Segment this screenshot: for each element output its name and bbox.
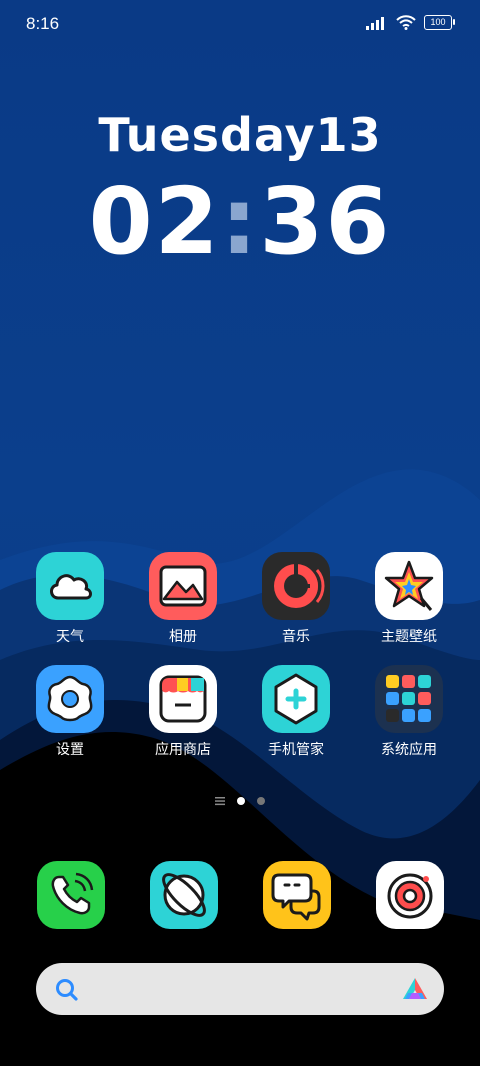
app-label: 主题壁纸 bbox=[381, 629, 437, 645]
dock-browser[interactable] bbox=[150, 861, 218, 929]
app-label: 天气 bbox=[56, 629, 84, 645]
camera-icon bbox=[387, 873, 433, 919]
themes-icon bbox=[375, 552, 443, 620]
clock-date: Tuesday13 bbox=[98, 108, 382, 162]
messages-icon bbox=[271, 873, 321, 921]
wifi-icon bbox=[396, 15, 416, 30]
battery-icon: 100 bbox=[424, 15, 455, 30]
clock-time: 02:36 bbox=[0, 168, 480, 275]
app-themes[interactable]: 主题壁纸 bbox=[359, 552, 459, 646]
clock-minute: 36 bbox=[259, 168, 392, 275]
app-gallery[interactable]: 相册 bbox=[133, 552, 233, 646]
app-label: 应用商店 bbox=[155, 742, 211, 758]
app-store[interactable]: 应用商店 bbox=[133, 665, 233, 759]
page-dot[interactable] bbox=[257, 797, 265, 805]
weather-icon bbox=[36, 552, 104, 620]
app-label: 设置 bbox=[56, 742, 84, 758]
app-label: 系统应用 bbox=[381, 742, 437, 758]
search-bar[interactable] bbox=[36, 963, 444, 1015]
page-indicator bbox=[0, 796, 480, 806]
phone-icon bbox=[51, 872, 94, 915]
browser-icon bbox=[162, 873, 206, 917]
app-music[interactable]: 音乐 bbox=[246, 552, 346, 646]
clock-colon: : bbox=[220, 168, 260, 275]
assistant-icon[interactable] bbox=[400, 975, 430, 1003]
status-bar: 8:16 100 bbox=[0, 0, 480, 50]
dock-messages[interactable] bbox=[263, 861, 331, 929]
status-time: 8:16 bbox=[26, 14, 60, 33]
app-phone-manager[interactable]: 手机管家 bbox=[246, 665, 346, 759]
app-settings[interactable]: 设置 bbox=[20, 665, 120, 759]
battery-level: 100 bbox=[430, 17, 446, 27]
menu-icon[interactable] bbox=[215, 796, 225, 806]
app-label: 相册 bbox=[169, 629, 197, 645]
phone-manager-icon bbox=[262, 665, 330, 733]
app-label: 手机管家 bbox=[268, 742, 324, 758]
dock-phone[interactable] bbox=[37, 861, 105, 929]
page-dot-active[interactable] bbox=[237, 797, 245, 805]
app-weather[interactable]: 天气 bbox=[20, 552, 120, 646]
app-store-icon bbox=[149, 665, 217, 733]
folder-system-apps[interactable]: 系统应用 bbox=[359, 665, 459, 759]
search-icon bbox=[56, 979, 78, 1001]
dock-camera[interactable] bbox=[376, 861, 444, 929]
gallery-icon bbox=[149, 552, 217, 620]
home-screen: 8:16 100 Tuesday13 02:36 天气 相册 音乐 主题壁纸 设… bbox=[0, 0, 480, 1066]
signal-icon bbox=[366, 16, 384, 30]
settings-icon bbox=[36, 665, 104, 733]
folder-icon bbox=[375, 665, 443, 733]
clock-hour: 02 bbox=[88, 168, 221, 275]
music-icon bbox=[262, 552, 330, 620]
app-label: 音乐 bbox=[282, 629, 310, 645]
